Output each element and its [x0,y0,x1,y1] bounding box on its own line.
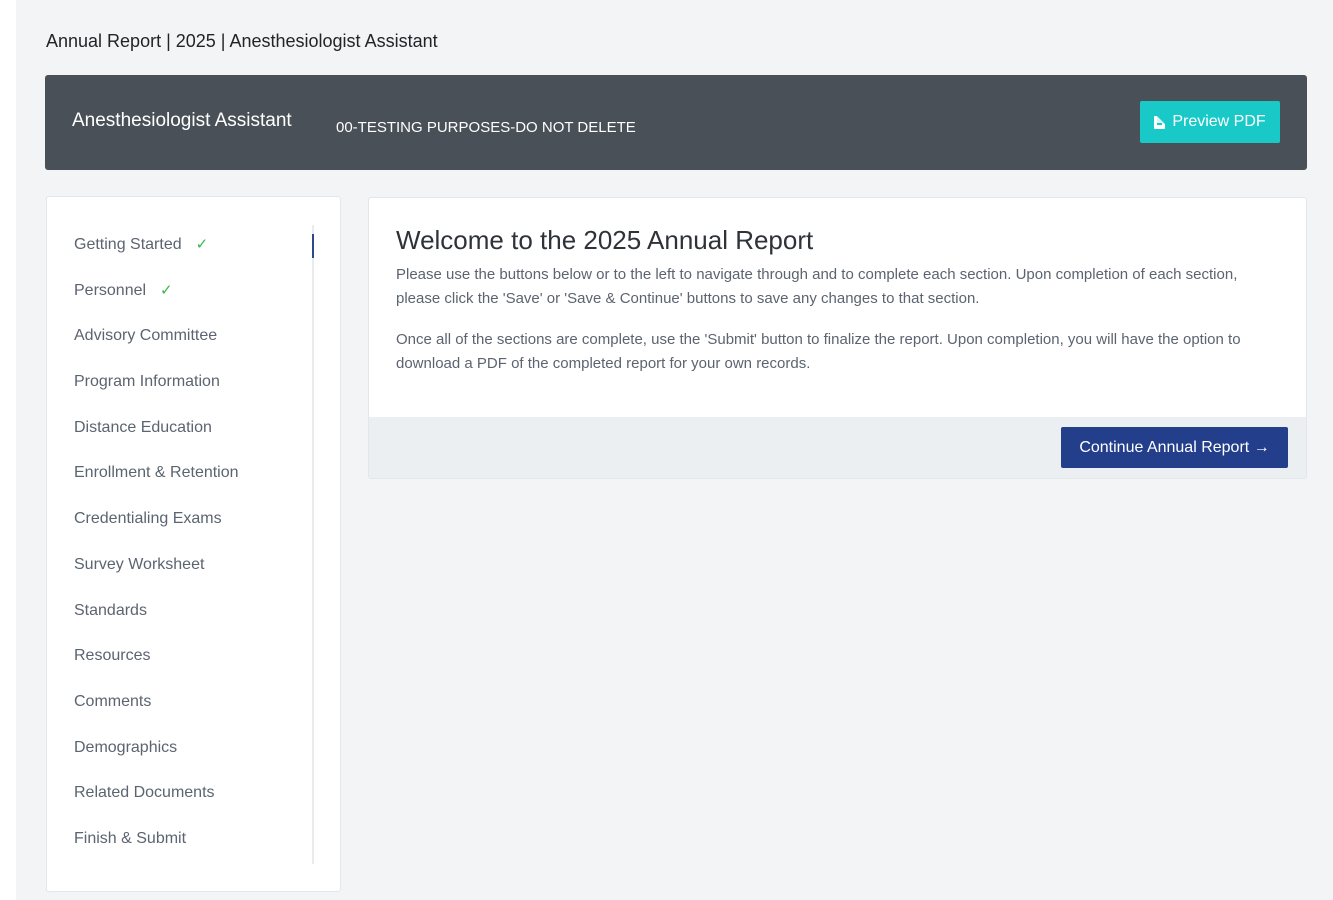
welcome-title: Welcome to the 2025 Annual Report [396,225,814,255]
sidebar-item-label: Finish & Submit [74,829,187,847]
sidebar-item-label: Resources [74,647,151,665]
program-subtitle: 00-TESTING PURPOSES-DO NOT DELETE [336,119,636,136]
sidebar-item-survey-worksheet[interactable]: Survey Worksheet [74,556,239,602]
sidebar-item-label: Related Documents [74,784,215,802]
sidebar-item-label: Distance Education [74,418,212,436]
file-pdf-icon [1154,115,1166,129]
sidebar-item-getting-started[interactable]: Getting Started ✓ [74,236,239,282]
instructions-paragraph: Please use the buttons below or to the l… [396,266,1238,307]
sidebar-item-label: Personnel [74,281,147,299]
section-list: Getting Started ✓ Personnel ✓ Advisory C… [74,236,239,876]
sidebar-item-comments[interactable]: Comments [74,693,239,739]
sidebar-item-demographics[interactable]: Demographics [74,739,239,785]
nav-track [312,225,314,864]
sidebar-item-standards[interactable]: Standards [74,602,239,648]
sidebar-item-label: Getting Started [74,236,182,253]
check-icon: ✓ [160,281,173,299]
preview-pdf-label: Preview PDF [1172,113,1266,130]
welcome-card: Welcome to the 2025 Annual Report Please… [368,197,1307,479]
page-title: Annual Report | 2025 | Anesthesiologist … [46,31,438,51]
section-sidebar: Getting Started ✓ Personnel ✓ Advisory C… [46,196,341,892]
sidebar-item-label: Demographics [74,738,178,756]
preview-pdf-button[interactable]: Preview PDF [1140,101,1280,143]
sidebar-item-label: Standards [74,601,147,619]
sidebar-item-program-information[interactable]: Program Information [74,373,239,419]
sidebar-item-label: Enrollment & Retention [74,464,239,482]
sidebar-item-label: Comments [74,692,152,710]
sidebar-item-label: Survey Worksheet [74,555,205,573]
check-icon: ✓ [195,236,209,253]
sidebar-item-resources[interactable]: Resources [74,647,239,693]
sidebar-item-finish-submit[interactable]: Finish & Submit [74,830,239,876]
submission-paragraph: Once all of the sections are complete, u… [396,331,1241,372]
sidebar-item-label: Credentialing Exams [74,510,222,528]
sidebar-item-credentialing-exams[interactable]: Credentialing Exams [74,510,239,556]
active-section-indicator [312,234,314,258]
sidebar-item-label: Advisory Committee [74,327,218,345]
sidebar-item-advisory-committee[interactable]: Advisory Committee [74,327,239,373]
program-name: Anesthesiologist Assistant [72,110,292,131]
sidebar-item-distance-education[interactable]: Distance Education [74,419,239,465]
sidebar-item-label: Program Information [74,373,220,391]
sidebar-item-enrollment-retention[interactable]: Enrollment & Retention [74,464,239,510]
sidebar-item-related-documents[interactable]: Related Documents [74,784,239,830]
program-header-bar: Anesthesiologist Assistant 00-TESTING PU… [45,75,1307,170]
card-footer: Continue Annual Report → [369,417,1306,478]
sidebar-item-personnel[interactable]: Personnel ✓ [74,282,239,328]
continue-annual-report-button[interactable]: Continue Annual Report → [1061,427,1288,468]
